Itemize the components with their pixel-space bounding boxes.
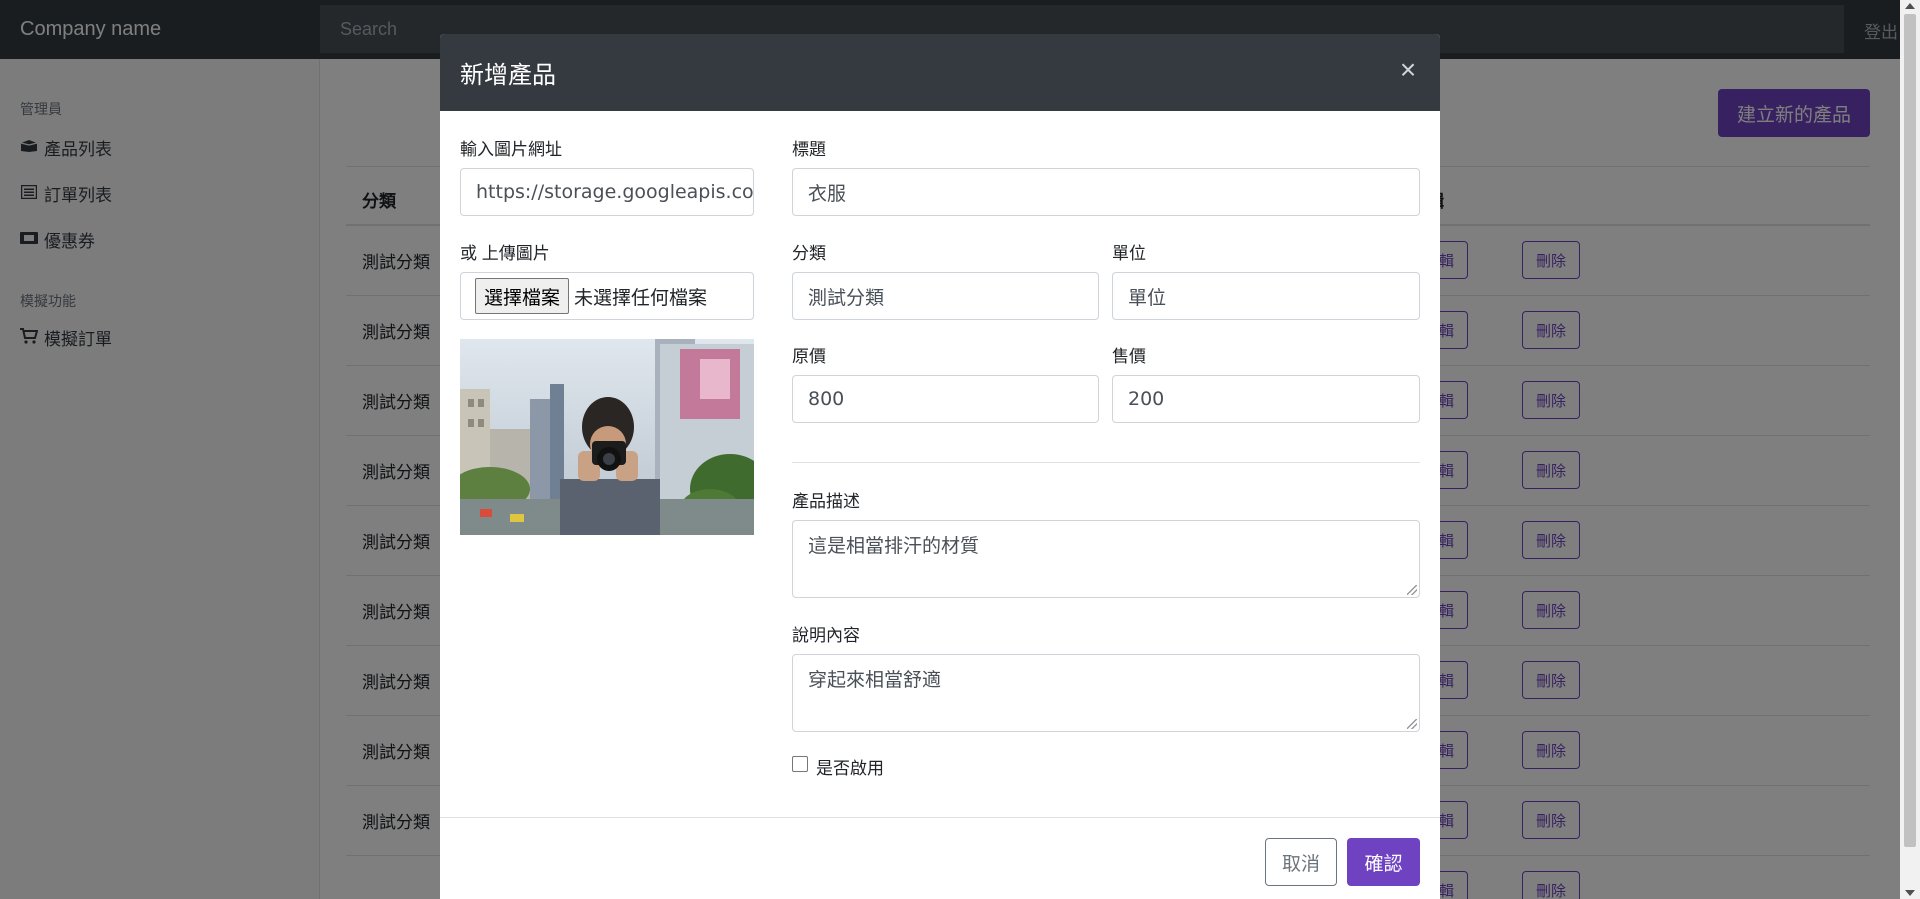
cancel-button[interactable]: 取消 [1265, 838, 1337, 886]
origin-price-label: 原價 [792, 347, 826, 366]
enabled-label[interactable]: 是否啟用 [816, 754, 884, 779]
image-url-label: 輸入圖片網址 [460, 140, 562, 159]
resize-handle-icon[interactable] [1407, 719, 1417, 729]
content-textarea[interactable]: 穿起來相當舒適 [792, 654, 1420, 732]
enabled-checkbox[interactable] [792, 756, 808, 772]
product-image-preview [460, 339, 754, 535]
modal-title: 新增產品 [460, 62, 556, 89]
price-input[interactable]: 200 [1112, 375, 1420, 423]
description-label: 產品描述 [792, 492, 860, 511]
scroll-up-icon[interactable] [1905, 3, 1915, 9]
close-icon[interactable]: × [1396, 56, 1420, 84]
file-status-text: 未選擇任何檔案 [574, 286, 708, 309]
confirm-button[interactable]: 確認 [1347, 838, 1420, 886]
origin-price-input[interactable]: 800 [792, 375, 1099, 423]
unit-label: 單位 [1112, 244, 1146, 263]
modal-footer-divider [440, 817, 1440, 818]
category-label: 分類 [792, 244, 826, 263]
unit-input[interactable]: 單位 [1112, 272, 1420, 320]
product-modal: 新增產品 × 輸入圖片網址 https://storage.googleapis… [440, 34, 1440, 899]
description-textarea[interactable]: 這是相當排汗的材質 [792, 520, 1420, 598]
file-upload-input[interactable]: 選擇檔案 未選擇任何檔案 [460, 272, 754, 320]
scroll-thumb[interactable] [1904, 14, 1916, 847]
choose-file-button[interactable]: 選擇檔案 [475, 278, 570, 314]
title-label: 標題 [792, 140, 826, 159]
scroll-down-icon[interactable] [1905, 890, 1915, 896]
price-label: 售價 [1112, 347, 1146, 366]
form-divider [792, 462, 1420, 463]
scrollbar[interactable] [1900, 0, 1920, 899]
description-text: 這是相當排汗的材質 [808, 535, 980, 557]
resize-handle-icon[interactable] [1407, 585, 1417, 595]
image-url-input[interactable]: https://storage.googleapis.com [460, 168, 754, 216]
modal-header: 新增產品 × [440, 34, 1440, 111]
category-input[interactable]: 測試分類 [792, 272, 1099, 320]
content-label: 說明內容 [792, 626, 860, 645]
title-input[interactable]: 衣服 [792, 168, 1420, 216]
content-text: 穿起來相當舒適 [808, 669, 942, 691]
upload-label: 或 上傳圖片 [460, 244, 550, 263]
